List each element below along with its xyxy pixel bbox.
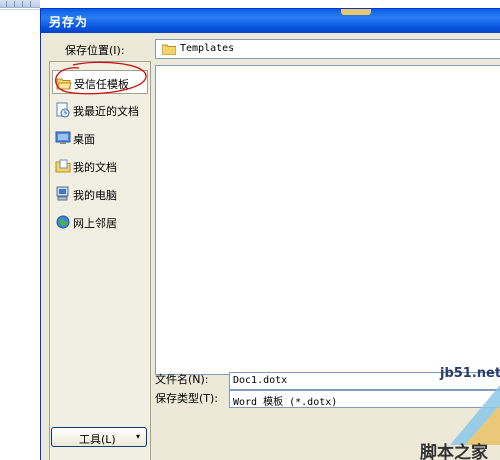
file-list-view[interactable] [155,65,500,375]
place-label: 桌面 [73,133,95,146]
place-trusted-templates[interactable]: 受信任模板 [52,70,148,94]
desktop-icon [55,131,71,144]
dropdown-arrow-icon: ▾ [135,432,140,441]
dialog-title: 另存为 [49,15,89,29]
save-location-combo[interactable]: Templates [155,39,500,59]
watermark-site: jb51.net [440,366,500,381]
place-my-documents[interactable]: 我的文档 [52,154,148,178]
place-network-places[interactable]: 网上邻居 [52,210,148,234]
filename-value: Doc1.dotx [233,375,288,386]
recent-documents-icon [56,102,70,118]
my-computer-icon [56,186,69,201]
current-folder-name: Templates [180,43,235,54]
place-label: 我最近的文档 [73,105,139,118]
dialog-titlebar[interactable]: 另存为 [41,9,500,33]
network-places-icon [56,215,70,229]
place-desktop[interactable]: 桌面 [52,126,148,150]
screenshot-root: 另存为 保存位置(I): Templates 受信任模板 我最近的文档 桌面 我… [0,0,500,460]
background-app [0,0,40,460]
save-location-label: 保存位置(I): [65,44,125,57]
folder-icon [162,44,176,55]
place-recent-documents[interactable]: 我最近的文档 [52,98,148,122]
places-bar: 受信任模板 我最近的文档 桌面 我的文档 我的电脑 网上邻居 [49,61,151,460]
filetype-value: Word 模板 (*.dotx) [233,397,338,408]
place-label: 我的文档 [73,161,117,174]
filetype-label: 保存类型(T): [155,392,219,405]
tools-button[interactable]: 工具(L) ▾ [51,427,147,447]
place-label: 受信任模板 [74,78,129,91]
place-label: 我的电脑 [73,189,117,202]
filename-label: 文件名(N): [155,373,209,386]
titlebar-button[interactable] [341,9,371,15]
place-my-computer[interactable]: 我的电脑 [52,182,148,206]
my-documents-icon [55,159,71,173]
tools-button-label: 工具(L) [79,433,116,446]
watermark-text: 脚本之家 [420,443,488,460]
background-toolbar [0,0,40,8]
background-separator [0,9,40,10]
folder-open-icon [56,78,72,90]
place-label: 网上邻居 [73,217,117,230]
